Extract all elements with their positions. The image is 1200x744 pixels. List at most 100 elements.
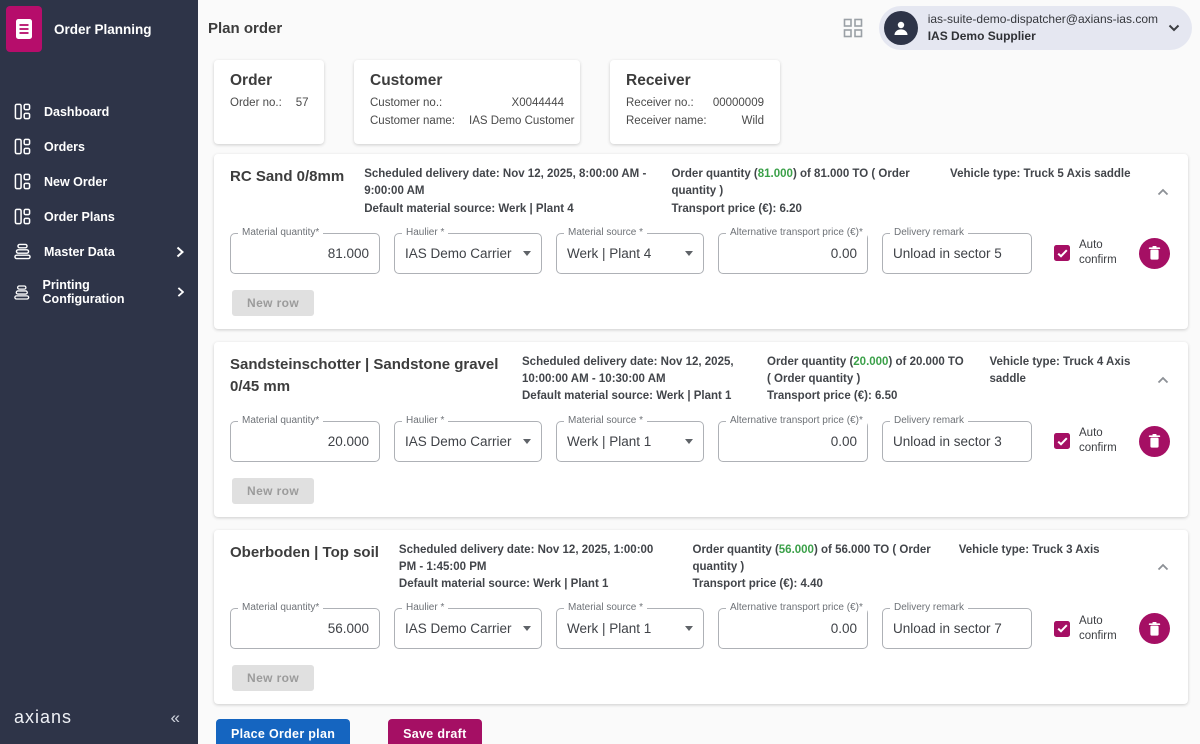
field-label: Receiver name: bbox=[626, 114, 707, 127]
chevron-up-icon bbox=[1157, 188, 1169, 196]
main-area: Plan order ias-suite-demo-dispatcher@axi… bbox=[198, 0, 1200, 744]
default-material-source: Default material source: Werk | Plant 4 bbox=[364, 202, 574, 215]
auto-confirm-checkbox[interactable] bbox=[1054, 433, 1070, 449]
app-logo[interactable] bbox=[6, 6, 42, 52]
alternative-transport-price-label: Alternative transport price (€)* bbox=[726, 414, 867, 426]
order-quantity-line: Order quantity (81.000) of 81.000 TO ( O… bbox=[671, 168, 910, 198]
card-title: Receiver bbox=[626, 72, 691, 89]
app-title: Order Planning bbox=[54, 21, 152, 37]
delivery-remark-field[interactable]: Delivery remark bbox=[882, 602, 1032, 650]
material-quantity-input[interactable] bbox=[241, 621, 369, 637]
delivery-info: Scheduled delivery date: Nov 12, 2025, 1… bbox=[522, 354, 747, 406]
section-header: Oberboden | Top soil Scheduled delivery … bbox=[230, 542, 1174, 594]
material-source-value: Werk | Plant 4 bbox=[567, 245, 652, 261]
scheduled-delivery-date: Scheduled delivery date: Nov 12, 2025, 8… bbox=[364, 168, 647, 198]
material-quantity-label: Material quantity* bbox=[238, 602, 324, 614]
material-quantity-field[interactable]: Material quantity* bbox=[230, 226, 380, 274]
chevron-up-icon bbox=[1157, 376, 1169, 383]
sidebar-item-label: Dashboard bbox=[44, 104, 110, 119]
chevron-down-icon bbox=[1168, 24, 1180, 32]
material-source-select[interactable]: Material source * Werk | Plant 1 bbox=[556, 414, 704, 462]
field-label: Order no.: bbox=[230, 97, 282, 109]
haulier-select[interactable]: Haulier * IAS Demo Carrier bbox=[394, 226, 542, 274]
haulier-select[interactable]: Haulier * IAS Demo Carrier bbox=[394, 602, 542, 650]
apps-grid-icon[interactable] bbox=[843, 18, 863, 38]
alternative-transport-price-field[interactable]: Alternative transport price (€)* bbox=[718, 226, 868, 274]
delete-row-button[interactable] bbox=[1139, 613, 1170, 645]
delete-row-button[interactable] bbox=[1139, 237, 1170, 269]
material-title: Sandsteinschotter | Sandstone gravel 0/4… bbox=[230, 355, 499, 396]
order-quantity-value: 56.000 bbox=[778, 543, 814, 556]
paren: ) bbox=[888, 355, 893, 368]
delivery-remark-label: Delivery remark bbox=[890, 226, 969, 238]
sidebar-menu: Dashboard Orders New Order Order Plans M… bbox=[0, 94, 198, 693]
collapse-section-button[interactable] bbox=[1152, 354, 1174, 406]
material-quantity-input[interactable] bbox=[241, 433, 369, 449]
delivery-remark-input[interactable] bbox=[893, 245, 1021, 261]
sections-list: RC Sand 0/8mm Scheduled delivery date: N… bbox=[214, 154, 1188, 705]
order-card: Order Order no.: 57 bbox=[214, 60, 324, 144]
auto-confirm-checkbox[interactable] bbox=[1054, 245, 1070, 262]
collapse-section-button[interactable] bbox=[1152, 166, 1174, 218]
alternative-transport-price-input[interactable] bbox=[729, 433, 857, 449]
material-source-value: Werk | Plant 1 bbox=[567, 433, 652, 449]
topbar: Plan order ias-suite-demo-dispatcher@axi… bbox=[198, 0, 1200, 56]
material-quantity-field[interactable]: Material quantity* bbox=[230, 414, 380, 462]
delete-row-button[interactable] bbox=[1139, 425, 1170, 457]
delivery-info: Scheduled delivery date: Nov 12, 2025, 1… bbox=[399, 542, 673, 594]
material-quantity-field[interactable]: Material quantity* bbox=[230, 602, 380, 650]
section-header: Sandsteinschotter | Sandstone gravel 0/4… bbox=[230, 354, 1174, 406]
trash-icon bbox=[1148, 621, 1161, 636]
collapse-section-button[interactable] bbox=[1152, 542, 1174, 594]
place-order-plan-button[interactable]: Place Order plan bbox=[216, 719, 351, 744]
vehicle-type: Vehicle type: Truck 5 Axis saddle bbox=[950, 168, 1131, 180]
sidebar-item-master-data[interactable]: Master Data bbox=[0, 234, 198, 269]
user-role: IAS Demo Supplier bbox=[927, 29, 1036, 43]
material-quantity-input[interactable] bbox=[241, 245, 369, 261]
material-source-label: Material source * bbox=[564, 414, 648, 426]
receiver-card: Receiver Receiver no.: 00000009 Receiver … bbox=[610, 60, 780, 144]
quantity-info: Order quantity (81.000) of 81.000 TO ( O… bbox=[671, 166, 930, 218]
new-row-button[interactable]: New row bbox=[232, 477, 315, 504]
delivery-remark-field[interactable]: Delivery remark bbox=[882, 414, 1032, 462]
order-quantity-value: 20.000 bbox=[853, 355, 889, 368]
delivery-remark-input[interactable] bbox=[893, 621, 1021, 637]
sidebar-item-dashboard[interactable]: Dashboard bbox=[0, 94, 198, 129]
field-value: 57 bbox=[295, 97, 309, 109]
sidebar-item-order-plans[interactable]: Order Plans bbox=[0, 199, 198, 234]
default-material-source: Default material source: Werk | Plant 1 bbox=[398, 578, 609, 590]
alternative-transport-price-input[interactable] bbox=[729, 621, 857, 637]
stack-icon bbox=[14, 243, 31, 260]
delivery-remark-field[interactable]: Delivery remark bbox=[882, 226, 1032, 274]
sidebar-item-label: New Order bbox=[44, 174, 108, 189]
alternative-transport-price-field[interactable]: Alternative transport price (€)* bbox=[718, 414, 868, 462]
sidebar-footer: axians « bbox=[0, 693, 198, 744]
auto-confirm-checkbox[interactable] bbox=[1054, 620, 1070, 637]
sidebar-item-new-order[interactable]: New Order bbox=[0, 164, 198, 199]
haulier-select[interactable]: Haulier * IAS Demo Carrier bbox=[394, 414, 542, 462]
dashboard-icon bbox=[14, 208, 31, 225]
field-value: 00000009 bbox=[712, 97, 764, 109]
new-row-button[interactable]: New row bbox=[232, 665, 315, 692]
save-draft-button[interactable]: Save draft bbox=[388, 719, 482, 744]
haulier-value: IAS Demo Carrier bbox=[405, 621, 512, 637]
alternative-transport-price-input[interactable] bbox=[729, 245, 857, 261]
material-source-select[interactable]: Material source * Werk | Plant 4 bbox=[556, 226, 704, 274]
sidebar-item-printing-configuration[interactable]: Printing Configuration bbox=[0, 269, 198, 315]
dropdown-caret-icon bbox=[523, 626, 531, 632]
haulier-label: Haulier * bbox=[402, 414, 449, 426]
alternative-transport-price-field[interactable]: Alternative transport price (€)* bbox=[718, 602, 868, 650]
sidebar-item-label: Order Plans bbox=[44, 209, 115, 224]
check-icon bbox=[1057, 437, 1068, 446]
material-quantity-label: Material quantity* bbox=[238, 414, 324, 426]
order-quantity-value: 81.000 bbox=[757, 168, 793, 180]
material-source-select[interactable]: Material source * Werk | Plant 1 bbox=[556, 602, 704, 650]
sidebar-item-orders[interactable]: Orders bbox=[0, 129, 198, 164]
dropdown-caret-icon bbox=[523, 438, 531, 444]
new-row-button[interactable]: New row bbox=[232, 289, 315, 316]
transport-price: Transport price (€): 6.20 bbox=[671, 202, 802, 215]
sidebar-collapse-button[interactable]: « bbox=[171, 708, 180, 728]
stack-icon bbox=[14, 284, 30, 300]
delivery-remark-input[interactable] bbox=[893, 433, 1021, 449]
user-menu[interactable]: ias-suite-demo-dispatcher@axians-ias.com… bbox=[878, 6, 1192, 50]
